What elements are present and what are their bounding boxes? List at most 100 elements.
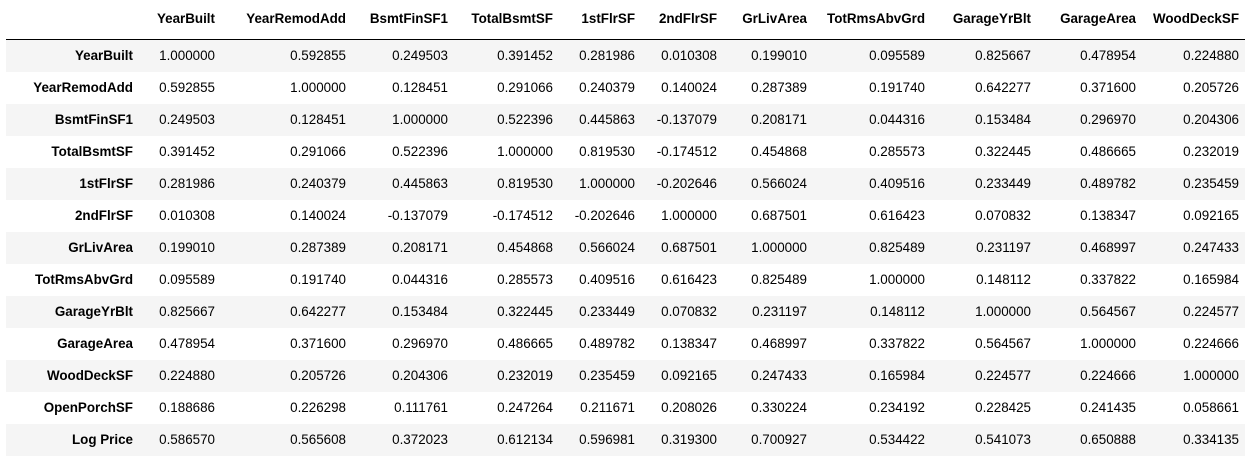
table-cell: 0.153484 — [392, 303, 448, 319]
table-cell: 0.010308 — [159, 207, 215, 223]
table-row: Log Price 0.586570 0.565608 0.372023 0.61213… — [6, 423, 1245, 456]
table-cell: 0.233449 — [579, 303, 635, 319]
table-row: YearRemodAdd 0.592855 1.000000 0.128451 0.29… — [6, 71, 1245, 104]
table-cell: 0.337822 — [869, 335, 925, 351]
table-cell: 0.825667 — [159, 303, 215, 319]
table-row: BsmtFinSF1 0.249503 0.128451 1.000000 0.5223… — [6, 103, 1245, 136]
table-cell: 0.478954 — [1080, 47, 1136, 63]
table-cell: 0.486665 — [1080, 143, 1136, 159]
table-cell: 0.199010 — [751, 47, 807, 63]
table-cell: 0.231197 — [752, 303, 807, 319]
table-cell: 0.165984 — [1183, 271, 1239, 287]
table-cell: 0.522396 — [392, 143, 448, 159]
table-cell: 0.095589 — [869, 47, 925, 63]
table-cell: 0.291066 — [290, 143, 346, 159]
table-cell: 0.111761 — [394, 399, 448, 415]
table-cell: 1.000000 — [661, 207, 717, 223]
table-cell: -0.174512 — [492, 207, 553, 223]
row-header: TotRmsAbvGrd — [35, 271, 133, 287]
table-row: YearBuilt 1.000000 0.592855 0.249503 0.39145… — [6, 39, 1245, 72]
table-cell: 0.291066 — [497, 79, 553, 95]
row-header: OpenPorchSF — [43, 399, 133, 415]
table-cell: 0.095589 — [159, 271, 215, 287]
table-cell: 0.208026 — [661, 399, 717, 415]
column-header: YearBuilt — [139, 3, 221, 40]
table-cell: 0.825489 — [751, 271, 807, 287]
row-header: GarageArea — [57, 335, 133, 351]
table-cell: -0.137079 — [387, 207, 448, 223]
table-cell: 0.240379 — [290, 175, 346, 191]
column-header: GarageYrBlt — [931, 3, 1037, 40]
table-cell: 0.128451 — [392, 79, 448, 95]
table-cell: 0.330224 — [751, 399, 807, 415]
table-cell: 0.596981 — [579, 431, 635, 447]
table-cell: 0.058661 — [1183, 399, 1239, 415]
table-cell: 0.205726 — [290, 367, 346, 383]
table-cell: 0.287389 — [751, 79, 807, 95]
table-cell: 0.616423 — [869, 207, 925, 223]
row-header: 1stFlrSF — [79, 175, 133, 191]
table-cell: 0.140024 — [290, 207, 346, 223]
table-cell: 0.249503 — [159, 111, 215, 127]
column-header: YearRemodAdd — [221, 3, 352, 40]
table-cell: 0.612134 — [497, 431, 553, 447]
table-cell: 0.235459 — [579, 367, 635, 383]
row-header: YearRemodAdd — [33, 79, 133, 95]
table-cell: 0.224577 — [1183, 303, 1239, 319]
table-cell: 0.249503 — [392, 47, 448, 63]
table-cell: 0.445863 — [579, 111, 635, 127]
table-cell: -0.202646 — [656, 175, 717, 191]
dataframe-output: YearBuilt YearRemodAdd BsmtFinSF1 TotalBsmt… — [0, 0, 1245, 468]
table-cell: 0.592855 — [159, 79, 215, 95]
table-cell: 0.208171 — [392, 239, 448, 255]
table-cell: 0.247433 — [1183, 239, 1239, 255]
table-cell: 0.232019 — [497, 367, 553, 383]
row-header: 2ndFlrSF — [74, 207, 133, 223]
table-cell: 0.138347 — [661, 335, 717, 351]
table-cell: 1.000000 — [497, 143, 553, 159]
table-cell: 0.478954 — [159, 335, 215, 351]
table-cell: 0.241435 — [1080, 399, 1136, 415]
table-cell: 0.825667 — [975, 47, 1031, 63]
table-cell: 1.000000 — [392, 111, 448, 127]
row-header: WoodDeckSF — [46, 367, 133, 383]
table-cell: 0.148112 — [870, 303, 925, 319]
table-cell: 0.287389 — [290, 239, 346, 255]
table-cell: 0.541073 — [975, 431, 1031, 447]
table-cell: 0.199010 — [159, 239, 215, 255]
table-cell: 0.489782 — [579, 335, 635, 351]
column-header: TotRmsAbvGrd — [813, 3, 931, 40]
table-cell: 0.070832 — [661, 303, 717, 319]
table-body: YearBuilt 1.000000 0.592855 0.249503 0.39145… — [6, 39, 1245, 456]
table-row: 2ndFlrSF 0.010308 0.140024 -0.137079 -0.1745… — [6, 199, 1245, 232]
table-cell: 0.566024 — [579, 239, 635, 255]
table-cell: 0.592855 — [290, 47, 346, 63]
table-cell: 0.285573 — [869, 143, 925, 159]
column-header: GrLivArea — [723, 3, 813, 40]
table-cell: -0.202646 — [574, 207, 635, 223]
table-header: YearBuilt YearRemodAdd BsmtFinSF1 TotalBsmt… — [6, 3, 1245, 40]
column-header: GarageArea — [1037, 3, 1142, 40]
table-cell: 0.191740 — [869, 79, 925, 95]
table-cell: 0.825489 — [869, 239, 925, 255]
table-cell: 1.000000 — [1080, 335, 1136, 351]
table-cell: 0.224666 — [1080, 367, 1136, 383]
row-header: GarageYrBlt — [54, 303, 133, 319]
table-row: GarageArea 0.478954 0.371600 0.296970 0.4866… — [6, 327, 1245, 360]
table-cell: 0.391452 — [159, 143, 215, 159]
table-cell: 0.092165 — [1183, 207, 1239, 223]
table-cell: 0.296970 — [1080, 111, 1136, 127]
table-cell: 0.687501 — [751, 207, 807, 223]
row-header: YearBuilt — [74, 47, 133, 63]
table-cell: -0.174512 — [656, 143, 717, 159]
table-cell: 0.140024 — [661, 79, 717, 95]
header-row: YearBuilt YearRemodAdd BsmtFinSF1 TotalBsmt… — [6, 3, 1245, 40]
table-row: 1stFlrSF 0.281986 0.240379 0.445863 0.819530… — [6, 167, 1245, 200]
table-cell: 1.000000 — [159, 47, 215, 63]
column-header: BsmtFinSF1 — [352, 3, 454, 40]
table-cell: 0.409516 — [579, 271, 635, 287]
table-cell: 1.000000 — [579, 175, 635, 191]
table-row: TotRmsAbvGrd 0.095589 0.191740 0.044316 0.28… — [6, 263, 1245, 296]
table-cell: 0.224577 — [975, 367, 1031, 383]
table-cell: 0.642277 — [975, 79, 1031, 95]
